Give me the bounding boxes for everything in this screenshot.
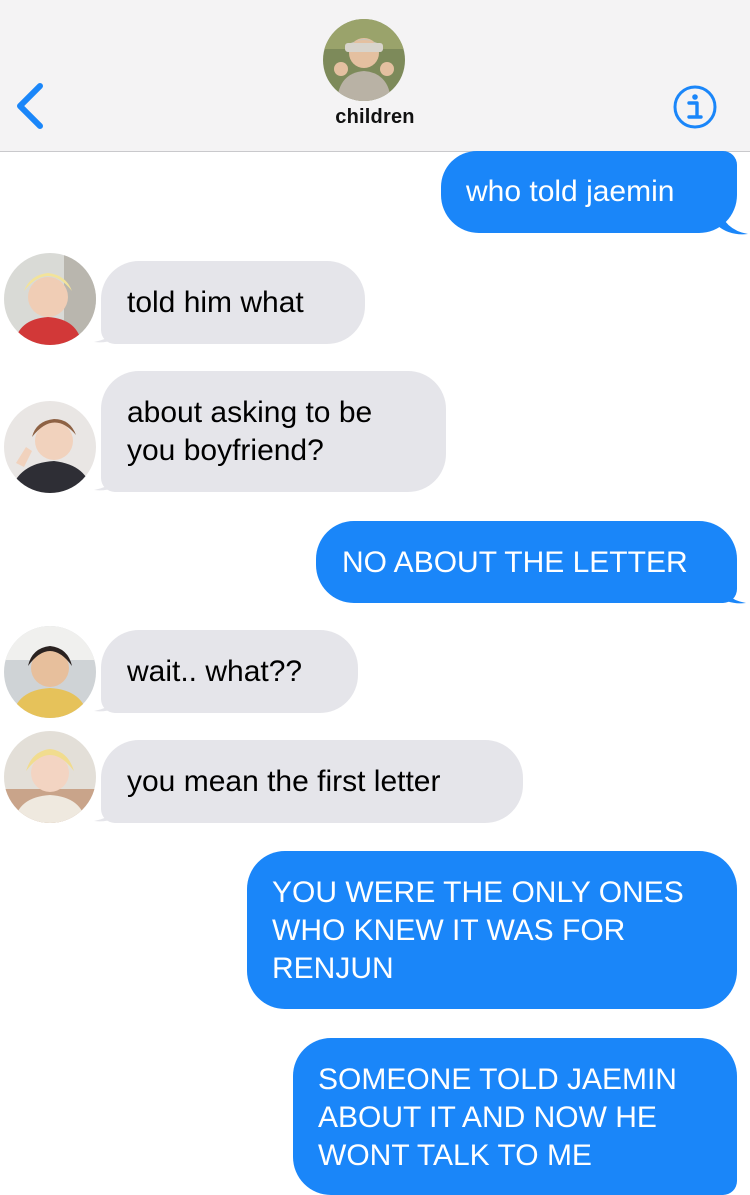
bubble-tail <box>94 683 124 712</box>
message-bubble-incoming[interactable]: told him what <box>101 261 365 344</box>
bubble-tail <box>94 793 124 822</box>
message-text: NO ABOUT THE LETTER <box>342 546 688 579</box>
message-bubble-outgoing[interactable]: SOMEONE TOLD JAEMIN ABOUT IT AND NOW HE … <box>293 1038 737 1195</box>
info-circle-icon <box>673 85 717 129</box>
message-text: who told jaemin <box>466 175 675 208</box>
message-bubble-outgoing[interactable]: YOU WERE THE ONLY ONES WHO KNEW IT WAS F… <box>247 851 737 1009</box>
sender-avatar[interactable] <box>4 626 96 718</box>
message-bubble-incoming[interactable]: wait.. what?? <box>101 630 358 713</box>
conversation-title: children <box>335 106 415 128</box>
sender-avatar[interactable] <box>4 401 96 493</box>
conversation-header: children <box>0 0 750 152</box>
sender-avatar[interactable] <box>4 731 96 823</box>
info-button[interactable] <box>672 84 718 130</box>
bubble-tail <box>718 206 748 235</box>
message-text: about asking to be you boyfriend? <box>127 396 373 467</box>
bubble-tail <box>94 462 124 491</box>
sender-avatar[interactable] <box>4 253 96 345</box>
message-text: told him what <box>127 286 304 319</box>
message-bubble-incoming[interactable]: you mean the first letter <box>101 740 523 823</box>
message-bubble-incoming[interactable]: about asking to be you boyfriend? <box>101 371 446 492</box>
message-text: wait.. what?? <box>127 655 303 688</box>
group-avatar[interactable] <box>323 19 405 101</box>
bubble-tail <box>94 314 124 343</box>
bubble-tail <box>716 575 746 604</box>
message-bubble-outgoing[interactable]: NO ABOUT THE LETTER <box>316 521 737 603</box>
message-bubble-outgoing[interactable]: who told jaemin <box>441 151 737 233</box>
message-text: SOMEONE TOLD JAEMIN ABOUT IT AND NOW HE … <box>318 1063 677 1172</box>
message-text: YOU WERE THE ONLY ONES WHO KNEW IT WAS F… <box>272 876 684 985</box>
message-text: you mean the first letter <box>127 765 441 798</box>
